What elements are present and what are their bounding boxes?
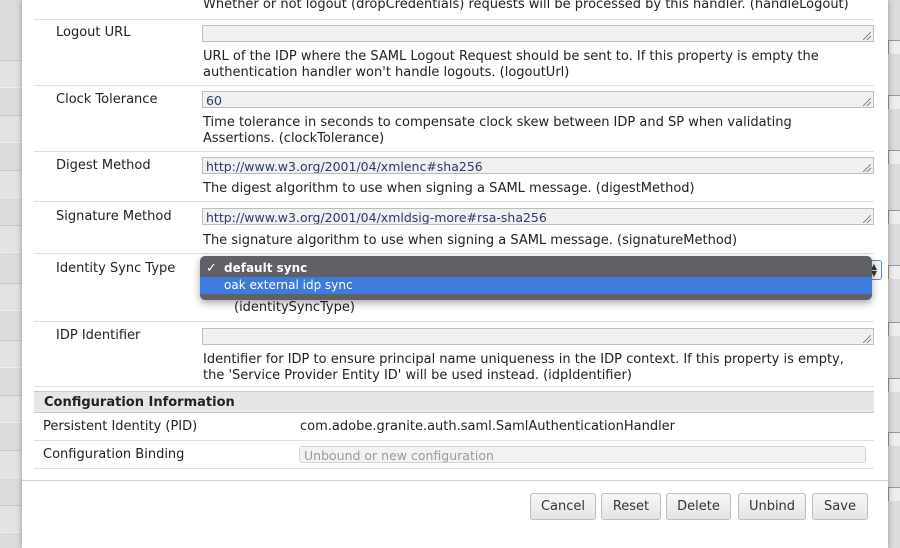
resize-grip-icon[interactable]: [863, 215, 871, 223]
reset-button[interactable]: Reset: [601, 493, 661, 520]
trash-icon[interactable]: [888, 210, 900, 224]
property-row-digest-method: Digest Method http://www.w3.org/2001/04/…: [34, 152, 874, 202]
property-label: Identity Sync Type: [56, 261, 176, 276]
dropdown-option-oak-external-idp-sync[interactable]: oak external idp sync: [200, 277, 872, 294]
property-description: (identitySyncType): [234, 300, 355, 315]
property-row-idp-identifier: IDP Identifier Identifier for IDP to ens…: [34, 322, 874, 387]
property-description: Time tolerance in seconds to compensate …: [203, 115, 792, 146]
resize-grip-icon[interactable]: [863, 32, 871, 40]
background-row: [0, 115, 22, 143]
property-row-signature-method: Signature Method http://www.w3.org/2001/…: [34, 202, 874, 254]
unbind-button[interactable]: Unbind: [738, 493, 806, 520]
trash-icon[interactable]: [888, 432, 900, 446]
resize-grip-icon[interactable]: [863, 164, 871, 172]
binding-label: Configuration Binding: [43, 447, 185, 462]
property-row-logout-url: Logout URL URL of the IDP where the SAML…: [34, 20, 874, 86]
property-description: Identifier for IDP to ensure principal n…: [203, 352, 844, 383]
background-row: [0, 60, 22, 88]
delete-button[interactable]: Delete: [666, 493, 731, 520]
background-row: [0, 170, 22, 198]
trash-icon[interactable]: [888, 487, 900, 501]
background-row: [0, 225, 22, 253]
property-label: Clock Tolerance: [56, 92, 158, 107]
background-row: [0, 283, 22, 311]
resize-grip-icon[interactable]: [863, 98, 871, 106]
trash-icon[interactable]: [888, 378, 900, 392]
property-label: IDP Identifier: [56, 328, 141, 343]
property-description: Whether or not logout (dropCredentials) …: [203, 0, 849, 12]
identity-sync-type-dropdown: ✓ default sync oak external idp sync: [200, 256, 872, 300]
pid-value: com.adobe.granite.auth.saml.SamlAuthenti…: [300, 419, 676, 434]
background-list-right: [888, 0, 900, 548]
resize-grip-icon[interactable]: [863, 335, 871, 343]
trash-icon[interactable]: [888, 40, 900, 54]
property-row-handle-logout: Whether or not logout (dropCredentials) …: [34, 0, 874, 20]
trash-icon[interactable]: [888, 322, 900, 336]
property-label: Signature Method: [56, 209, 172, 224]
config-info-header: Configuration Information: [34, 391, 874, 413]
background-row: [0, 450, 22, 478]
save-button[interactable]: Save: [812, 493, 868, 520]
logout-url-input[interactable]: [202, 25, 874, 42]
property-description: URL of the IDP where the SAML Logout Req…: [203, 49, 819, 80]
property-row-clock-tolerance: Clock Tolerance 60 Time tolerance in sec…: [34, 86, 874, 152]
property-label: Logout URL: [56, 25, 131, 40]
background-row: [0, 395, 22, 423]
property-label: Digest Method: [56, 158, 151, 173]
configuration-binding-field[interactable]: Unbound or new configuration: [299, 446, 866, 463]
signature-method-input[interactable]: http://www.w3.org/2001/04/xmldsig-more#r…: [202, 208, 874, 225]
trash-icon[interactable]: [888, 150, 900, 164]
background-list-left: [0, 0, 22, 548]
config-row-binding: Configuration Binding Unbound or new con…: [34, 441, 874, 469]
property-description: The digest algorithm to use when signing…: [203, 181, 695, 196]
digest-method-input[interactable]: http://www.w3.org/2001/04/xmlenc#sha256: [202, 157, 874, 174]
background-row: [0, 505, 22, 533]
configuration-dialog: Whether or not logout (dropCredentials) …: [22, 0, 888, 548]
dropdown-option-default-sync[interactable]: ✓ default sync: [200, 260, 872, 277]
idp-identifier-input[interactable]: [202, 328, 874, 345]
clock-tolerance-input[interactable]: 60: [202, 91, 874, 108]
footer-divider: [22, 480, 888, 481]
pid-label: Persistent Identity (PID): [43, 419, 198, 434]
trash-icon[interactable]: [888, 95, 900, 109]
checkmark-icon: ✓: [206, 261, 217, 276]
background-row: [0, 340, 22, 368]
trash-icon[interactable]: [888, 265, 900, 279]
cancel-button[interactable]: Cancel: [530, 493, 596, 520]
config-row-pid: Persistent Identity (PID) com.adobe.gran…: [34, 413, 874, 441]
property-description: The signature algorithm to use when sign…: [203, 233, 738, 248]
